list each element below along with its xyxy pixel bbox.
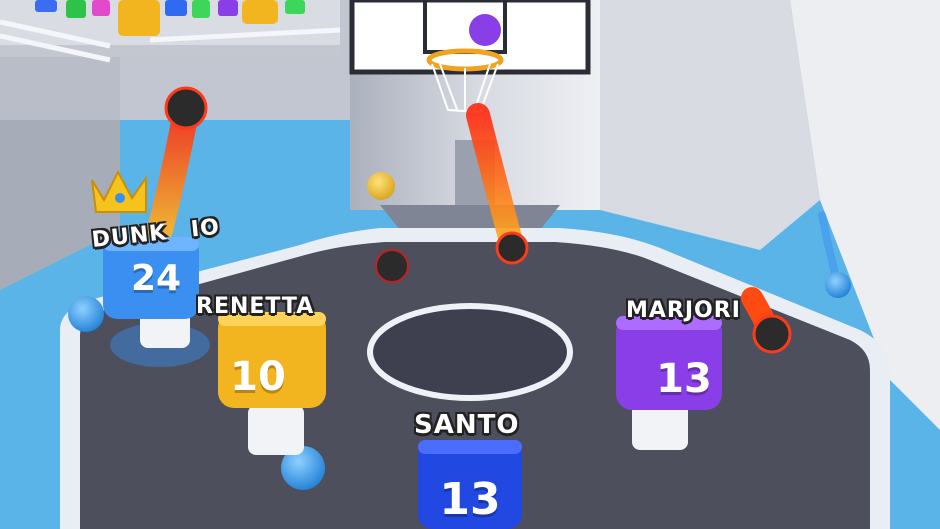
player-number-renetta: 10 (230, 354, 286, 400)
basketball-icon (164, 86, 208, 130)
player-name-marjori: MARJORI (626, 298, 741, 323)
player-dunkio (103, 237, 210, 367)
player-number-marjori: 13 (656, 356, 712, 402)
basketball-icon (825, 272, 851, 298)
basketball-icon (367, 172, 395, 200)
basketball-icon (469, 14, 501, 46)
basketball-icon (375, 249, 409, 283)
player-name-santo: SANTO (414, 410, 520, 440)
basketball-icon (752, 314, 792, 354)
player-number-dunkio: 24 (130, 258, 182, 299)
crowd-stand (0, 0, 341, 63)
basketball-icon (495, 231, 529, 265)
basketball-icon (68, 296, 104, 332)
player-name-renetta: RENETTA (196, 294, 315, 319)
player-number-santo: 13 (439, 474, 501, 525)
